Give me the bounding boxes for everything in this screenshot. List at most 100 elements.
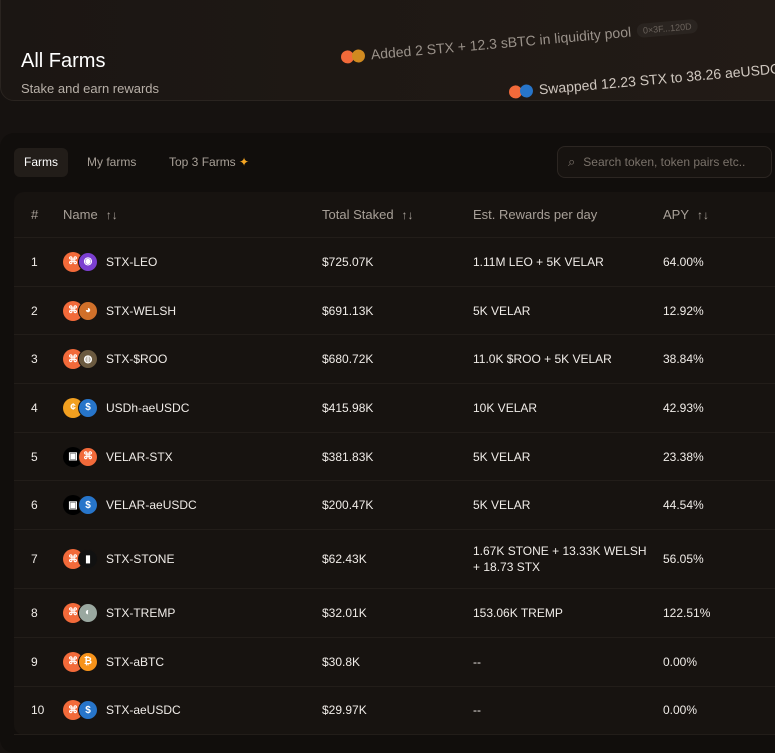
row-staked: $30.8K: [322, 654, 361, 669]
col-name[interactable]: Name ↑↓: [63, 207, 118, 222]
row-rank: 10: [31, 703, 45, 718]
row-name: VELAR-STX: [106, 449, 173, 464]
row-apy: 64.00%: [663, 254, 704, 269]
row-rewards: 11.0K $ROO + 5K VELAR: [473, 352, 612, 367]
row-rank: 1: [31, 254, 38, 269]
token-pair-icons: ⌘ $: [63, 700, 98, 721]
row-rank: 4: [31, 400, 38, 415]
row-staked: $32.01K: [322, 605, 367, 620]
sort-icon: ↑↓: [697, 208, 710, 222]
row-rank: 9: [31, 654, 38, 669]
activity-text: Added 2 STX + 12.3 sBTC in liquidity poo…: [370, 23, 632, 63]
row-rank: 8: [31, 605, 38, 620]
row-rank: 7: [31, 552, 38, 567]
usdc-icon: $: [78, 495, 98, 516]
row-rank: 5: [31, 449, 38, 464]
row-rank: 2: [31, 303, 38, 318]
row-rewards: --: [473, 703, 481, 718]
row-staked: $381.83K: [322, 449, 374, 464]
row-staked: $200.47K: [322, 498, 374, 513]
sbtc-icon: [351, 48, 366, 63]
page-title: All Farms: [21, 50, 106, 72]
tab-my-farms[interactable]: My farms: [77, 148, 146, 177]
row-apy: 42.93%: [663, 400, 704, 415]
activity-toast: Added 2 STX + 12.3 sBTC in liquidity poo…: [340, 18, 699, 65]
token-pair-icons: ▣ $: [63, 495, 98, 516]
row-rewards: 1.67K STONE + 13.33K WELSH + 18.73 STX: [473, 544, 647, 575]
row-rank: 3: [31, 352, 38, 367]
tab-label: Top 3 Farms: [169, 155, 236, 169]
token-pair-icons: ⌘ ◐: [63, 602, 98, 623]
row-rewards: 5K VELAR: [473, 449, 531, 464]
row-staked: $415.98K: [322, 400, 374, 415]
table-row[interactable]: 4 ¢ $ USDh-aeUSDC $415.98K 10K VELAR 42.9…: [14, 384, 775, 433]
row-name: STX-aBTC: [106, 654, 165, 669]
table-row[interactable]: 9 ⌘ ₿ STX-aBTC $30.8K -- 0.00%: [14, 638, 775, 687]
welsh-icon: ◕: [78, 300, 98, 321]
table-row[interactable]: 7 ⌘ ▮ STX-STONE $62.43K 1.67K STONE + 13.…: [14, 530, 775, 590]
roo-icon: ◍: [78, 349, 98, 370]
col-staked[interactable]: Total Staked ↑↓: [322, 207, 414, 222]
table-header: # Name ↑↓ Total Staked ↑↓ Est. Rewards per…: [14, 192, 775, 238]
row-apy: 12.92%: [663, 303, 704, 318]
token-pair-icons: ⌘ ◍: [63, 349, 98, 370]
row-rewards: 5K VELAR: [473, 498, 531, 513]
row-name: STX-TREMP: [106, 605, 176, 620]
token-pair-icons: ⌘ ₿: [63, 651, 98, 672]
activity-text: Swapped 12.23 STX to 38.26 aeUSDC: [538, 60, 775, 98]
row-name: STX-STONE: [106, 552, 175, 567]
col-apy[interactable]: APY ↑↓: [663, 207, 709, 222]
row-name: STX-aeUSDC: [106, 703, 181, 718]
col-rank: #: [31, 207, 39, 222]
row-apy: 0.00%: [663, 703, 698, 718]
row-rewards: 10K VELAR: [473, 400, 538, 415]
usdc-icon: $: [78, 700, 98, 721]
table-row[interactable]: 5 ▣ ⌘ VELAR-STX $381.83K 5K VELAR 23.38%: [14, 433, 775, 482]
activity-toast: Swapped 12.23 STX to 38.26 aeUSDC: [508, 60, 775, 100]
search-icon: ⌕: [568, 154, 576, 169]
row-name: STX-LEO: [106, 254, 158, 269]
token-pair-icons: ⌘ ◉: [63, 251, 98, 272]
col-rewards: Est. Rewards per day: [473, 206, 598, 222]
row-staked: $691.13K: [322, 303, 374, 318]
row-rewards: --: [473, 654, 481, 669]
col-label: Total Staked: [322, 207, 394, 222]
usdc-icon: $: [78, 397, 98, 418]
col-label: Name: [63, 207, 98, 222]
page-subtitle: Stake and earn rewards: [21, 81, 160, 96]
row-name: STX-$ROO: [106, 352, 168, 367]
table-row[interactable]: 3 ⌘ ◍ STX-$ROO $680.72K 11.0K $ROO + 5K V…: [14, 335, 775, 385]
row-rewards: 5K VELAR: [473, 303, 531, 318]
row-apy: 122.51%: [663, 605, 711, 620]
table-row[interactable]: 2 ⌘ ◕ STX-WELSH $691.13K 5K VELAR 12.92%: [14, 287, 775, 336]
sparkle-icon: ✦: [239, 155, 250, 169]
row-apy: 23.38%: [663, 449, 704, 464]
table-row[interactable]: 10 ⌘ $ STX-aeUSDC $29.97K -- 0.00%: [14, 687, 775, 736]
token-pair-icons: ▣ ⌘: [63, 446, 98, 467]
leo-icon: ◉: [78, 251, 98, 272]
search-input[interactable]: ⌕ Search token, token pairs etc..: [557, 146, 772, 178]
tab-top-3-farms[interactable]: Top 3 Farms ✦: [159, 148, 259, 177]
table-row[interactable]: 8 ⌘ ◐ STX-TREMP $32.01K 153.06K TREMP 122…: [14, 589, 775, 638]
farms-table: # Name ↑↓ Total Staked ↑↓ Est. Rewards per…: [14, 192, 775, 736]
activity-address: 0×3F...120D: [636, 18, 699, 39]
row-staked: $680.72K: [322, 352, 374, 367]
sort-icon: ↑↓: [105, 208, 118, 222]
stx-icon: ⌘: [78, 446, 98, 467]
table-row[interactable]: 6 ▣ $ VELAR-aeUSDC $200.47K 5K VELAR 44.5…: [14, 481, 775, 531]
sort-icon: ↑↓: [401, 208, 414, 222]
token-pair-icons: ⌘ ▮: [63, 549, 98, 570]
col-label: APY: [663, 207, 690, 222]
tab-farms[interactable]: Farms: [14, 148, 68, 177]
row-staked: $62.43K: [322, 552, 367, 567]
table-row[interactable]: 1 ⌘ ◉ STX-LEO $725.07K 1.11M LEO + 5K VEL…: [14, 238, 775, 287]
token-pair-icons: ⌘ ◕: [63, 300, 98, 321]
row-name: STX-WELSH: [106, 303, 177, 318]
stone-icon: ▮: [78, 549, 98, 570]
row-name: VELAR-aeUSDC: [106, 498, 197, 513]
row-rewards: 153.06K TREMP: [473, 605, 563, 620]
row-staked: $725.07K: [322, 254, 374, 269]
tremp-icon: ◐: [78, 602, 98, 623]
row-rewards: 1.11M LEO + 5K VELAR: [473, 254, 604, 269]
row-apy: 0.00%: [663, 654, 698, 669]
